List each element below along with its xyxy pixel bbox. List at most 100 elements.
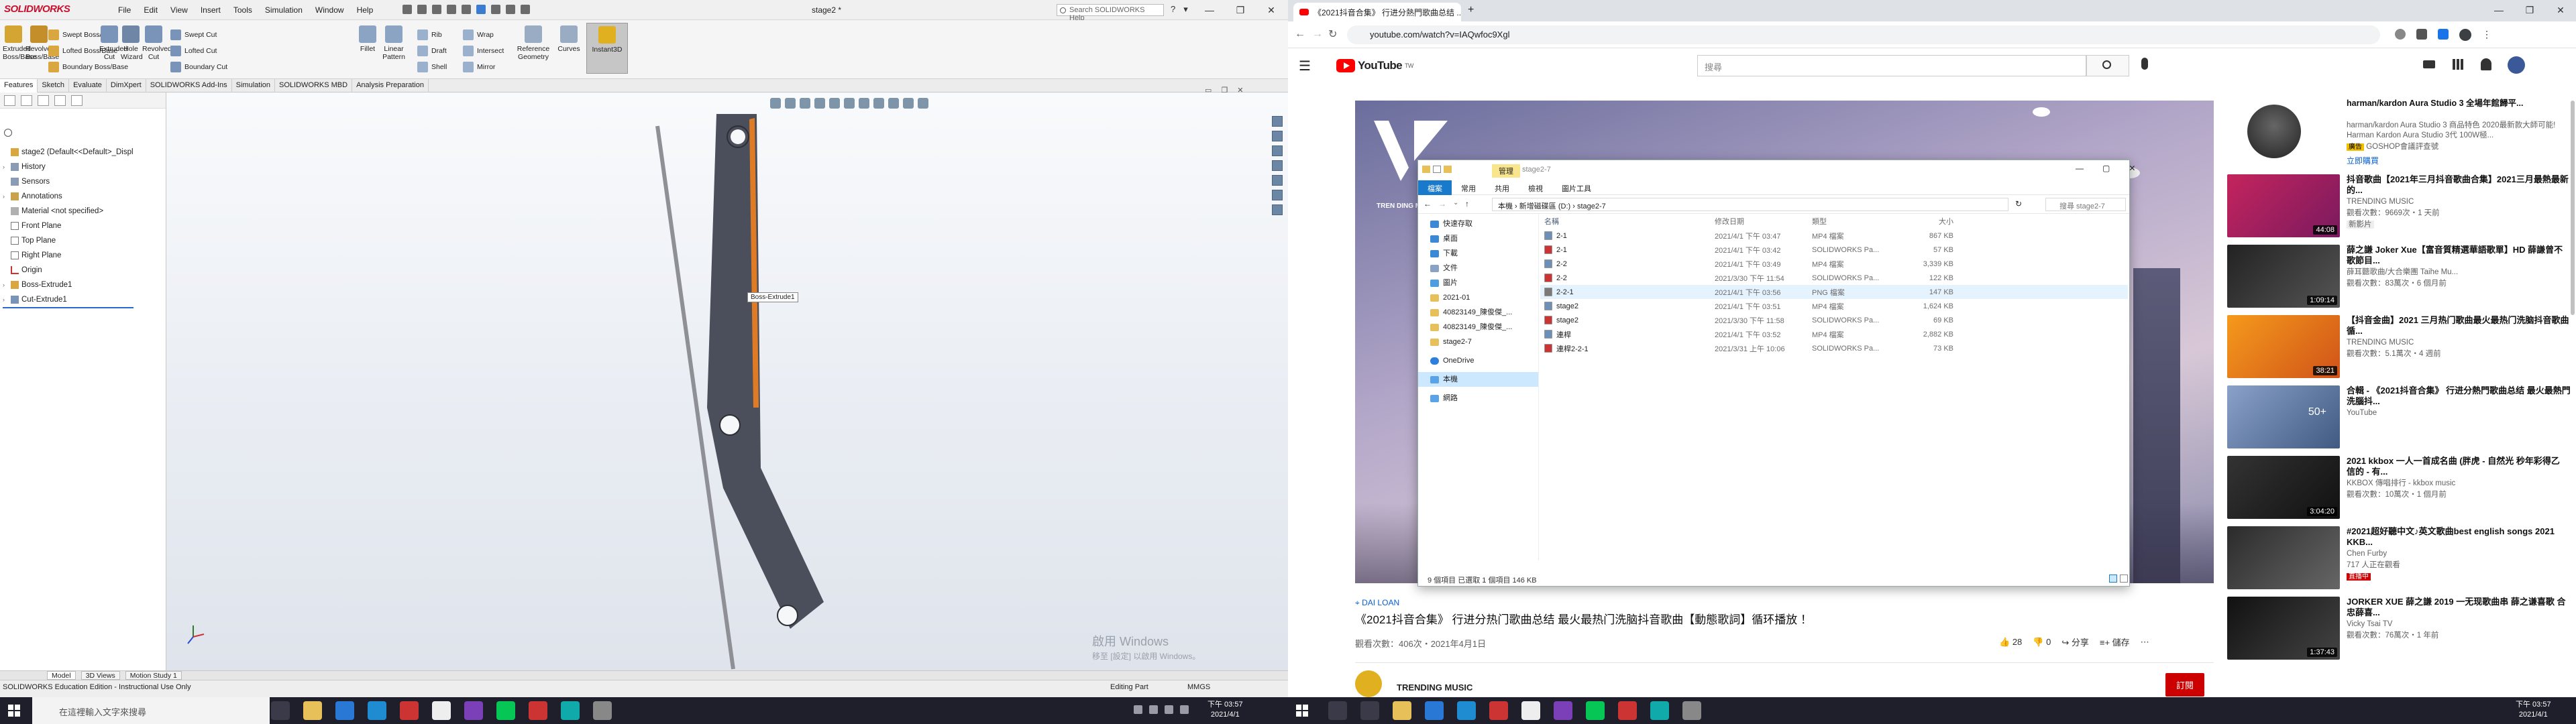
rib-button[interactable]: Rib bbox=[417, 29, 442, 40]
display-manager-tab-icon[interactable] bbox=[71, 95, 83, 106]
office-icon[interactable] bbox=[400, 701, 419, 720]
up-icon[interactable]: ↑ bbox=[1465, 199, 1469, 208]
manage-tab[interactable]: 管理 bbox=[1492, 164, 1520, 178]
help-icon[interactable]: ? bbox=[1171, 4, 1175, 15]
boundary-cut-button[interactable]: Boundary Cut bbox=[170, 62, 227, 72]
curves-button[interactable]: Curves bbox=[557, 25, 581, 53]
lofted-cut-button[interactable]: Lofted Cut bbox=[170, 46, 217, 56]
dislike-button[interactable]: 👎 0 bbox=[2033, 637, 2051, 648]
extension-icon[interactable] bbox=[2395, 29, 2406, 40]
nav-folder[interactable]: stage2-7 bbox=[1418, 335, 1538, 349]
boundary-boss-button[interactable]: Boundary Boss/Base bbox=[48, 62, 128, 72]
search-icon[interactable] bbox=[1328, 701, 1347, 720]
nav-downloads[interactable]: 下載 bbox=[1418, 246, 1538, 261]
apps-icon[interactable] bbox=[2453, 59, 2463, 70]
app-icon[interactable] bbox=[1682, 701, 1701, 720]
location-tag[interactable]: ⌖ DAI LOAN bbox=[1355, 598, 1399, 608]
file-row[interactable]: 2-1 2021/4/1 下午 03:47 MP4 檔案 867 KB bbox=[1540, 229, 2128, 243]
task-view-icon[interactable] bbox=[1360, 701, 1379, 720]
filter-icon[interactable] bbox=[4, 129, 12, 137]
start-button[interactable] bbox=[1296, 705, 1308, 717]
chrome-icon[interactable] bbox=[1521, 701, 1540, 720]
select-icon[interactable] bbox=[476, 5, 486, 14]
ad-card[interactable]: harman/kardon Aura Studio 3 全場年館歸平... ha… bbox=[2227, 98, 2571, 166]
new-folder-icon[interactable] bbox=[1444, 166, 1452, 173]
channel-name[interactable]: TRENDING MUSIC bbox=[1397, 682, 1472, 692]
solidworks-icon[interactable] bbox=[1618, 701, 1637, 720]
fillet-button[interactable]: Fillet bbox=[359, 25, 376, 53]
tab-picture-tools[interactable]: 圖片工具 bbox=[1552, 180, 1601, 195]
edge-icon[interactable] bbox=[368, 701, 386, 720]
share-button[interactable]: ↪ 分享 bbox=[2061, 636, 2089, 648]
store-icon[interactable] bbox=[1425, 701, 1444, 720]
app-icon[interactable] bbox=[561, 701, 580, 720]
menu-icon[interactable]: ⋮ bbox=[2482, 29, 2491, 41]
restore-button[interactable]: ❐ bbox=[1225, 0, 1256, 20]
more-icon[interactable]: ⋯ bbox=[2141, 637, 2149, 648]
options-icon[interactable] bbox=[521, 5, 530, 14]
edge-icon[interactable] bbox=[1457, 701, 1476, 720]
nav-folder[interactable]: 40823149_陳俊傑_... bbox=[1418, 320, 1538, 335]
bookmark-icon[interactable] bbox=[2438, 29, 2449, 40]
menu-tools[interactable]: Tools bbox=[233, 5, 252, 15]
file-row[interactable]: 2-2 2021/4/1 下午 03:49 MP4 檔案 3,339 KB bbox=[1540, 257, 2128, 271]
tab-3d-views[interactable]: 3D Views bbox=[80, 671, 120, 680]
shell-button[interactable]: Shell bbox=[417, 62, 447, 72]
save-button[interactable]: ≡+ 儲存 bbox=[2100, 636, 2130, 648]
file-row[interactable]: 2-2 2021/3/30 下午 11:54 SOLIDWORKS Pa... 122… bbox=[1540, 271, 2128, 285]
menu-help[interactable]: Help bbox=[357, 5, 374, 15]
open-icon[interactable] bbox=[417, 5, 427, 14]
tree-item-material[interactable]: Material <not specified> bbox=[3, 204, 133, 219]
appearances-icon[interactable] bbox=[1272, 175, 1283, 186]
restore-button[interactable]: ▢ bbox=[2102, 164, 2110, 173]
menu-window[interactable]: Window bbox=[315, 5, 344, 15]
nav-this-pc[interactable]: 本機 bbox=[1418, 372, 1538, 387]
hole-wizard-button[interactable]: Hole Wizard bbox=[121, 25, 143, 61]
file-row[interactable]: stage2 2021/4/1 下午 03:51 MP4 檔案 1,624 KB bbox=[1540, 299, 2128, 313]
tab-mbd[interactable]: SOLIDWORKS MBD bbox=[275, 79, 353, 93]
large-icons-view-icon[interactable] bbox=[2120, 575, 2128, 583]
column-type[interactable]: 類型 bbox=[1812, 216, 1896, 227]
reference-geometry-button[interactable]: Reference Geometry bbox=[517, 25, 550, 61]
mirror-button[interactable]: Mirror bbox=[463, 62, 495, 72]
recommendation-item[interactable]: 1:09:14 薛之謙 Joker Xue【富音質精選華語歌單】HD 薛謙曾不歌節… bbox=[2227, 245, 2571, 308]
file-properties-icon[interactable] bbox=[506, 5, 515, 14]
ad-cta-button[interactable]: 立即購買 bbox=[2347, 155, 2571, 166]
nav-onedrive[interactable]: OneDrive bbox=[1418, 353, 1538, 368]
recommendation-item[interactable]: 1:37:43 JORKER XUE 薛之謙 2019 一无现歌曲串 薛之谦喜歌 … bbox=[2227, 597, 2571, 660]
explorer-search-input[interactable]: 搜尋 stage2-7 bbox=[2045, 198, 2126, 211]
tab-model[interactable]: Model bbox=[47, 671, 76, 680]
column-size[interactable]: 大小 bbox=[1896, 216, 1957, 227]
subscribe-button[interactable]: 訂閱 bbox=[2165, 673, 2205, 697]
design-library-icon[interactable] bbox=[1272, 131, 1283, 141]
onenote-icon[interactable] bbox=[1554, 701, 1572, 720]
nav-folder[interactable]: 2021-01 bbox=[1418, 290, 1538, 305]
breadcrumb[interactable]: 本機 › 新增磁碟區 (D:) › stage2-7 bbox=[1492, 198, 2008, 211]
network-icon[interactable] bbox=[1149, 705, 1158, 714]
tray-icon[interactable] bbox=[1134, 705, 1142, 714]
dimxpert-manager-tab-icon[interactable] bbox=[54, 95, 66, 106]
tree-item-boss-extrude1[interactable]: › Boss-Extrude1 bbox=[3, 278, 133, 292]
feature-manager-tab-icon[interactable] bbox=[4, 95, 15, 106]
details-view-icon[interactable] bbox=[2109, 575, 2117, 583]
profile-avatar[interactable] bbox=[2459, 29, 2471, 41]
back-icon[interactable]: ← bbox=[1295, 28, 1305, 40]
link-part-body[interactable] bbox=[707, 114, 824, 629]
tab-file[interactable]: 檔案 bbox=[1418, 180, 1452, 195]
tree-item-right-plane[interactable]: Right Plane bbox=[3, 248, 133, 263]
nav-folder[interactable]: 40823149_陳俊傑_... bbox=[1418, 305, 1538, 320]
like-button[interactable]: 👍 28 bbox=[1999, 637, 2022, 648]
onenote-icon[interactable] bbox=[464, 701, 483, 720]
minimize-button[interactable]: — bbox=[1194, 0, 1225, 20]
address-bar[interactable]: youtube.com/watch?v=IAQwfoc9Xgl bbox=[1347, 25, 2380, 44]
recommendation-item[interactable]: 38:21 【抖音金曲】2021 三月热门歌曲最火最热门洗脑抖音歌曲 循... TR… bbox=[2227, 315, 2571, 378]
nav-quick-access[interactable]: 快速存取 bbox=[1418, 217, 1538, 231]
browser-tab[interactable]: 《2021抖音合集》 行进分熱門歌曲总结 ... bbox=[1293, 3, 1461, 21]
nav-documents[interactable]: 文件 bbox=[1418, 261, 1538, 276]
tree-item-sensors[interactable]: Sensors bbox=[3, 174, 133, 189]
app-icon[interactable] bbox=[1650, 701, 1669, 720]
file-explorer-icon[interactable] bbox=[1393, 701, 1411, 720]
back-icon[interactable]: ← bbox=[1424, 199, 1432, 208]
task-view-icon[interactable] bbox=[271, 701, 290, 720]
file-row[interactable]: 2-1 2021/4/1 下午 03:42 SOLIDWORKS Pa... 57 K… bbox=[1540, 243, 2128, 257]
